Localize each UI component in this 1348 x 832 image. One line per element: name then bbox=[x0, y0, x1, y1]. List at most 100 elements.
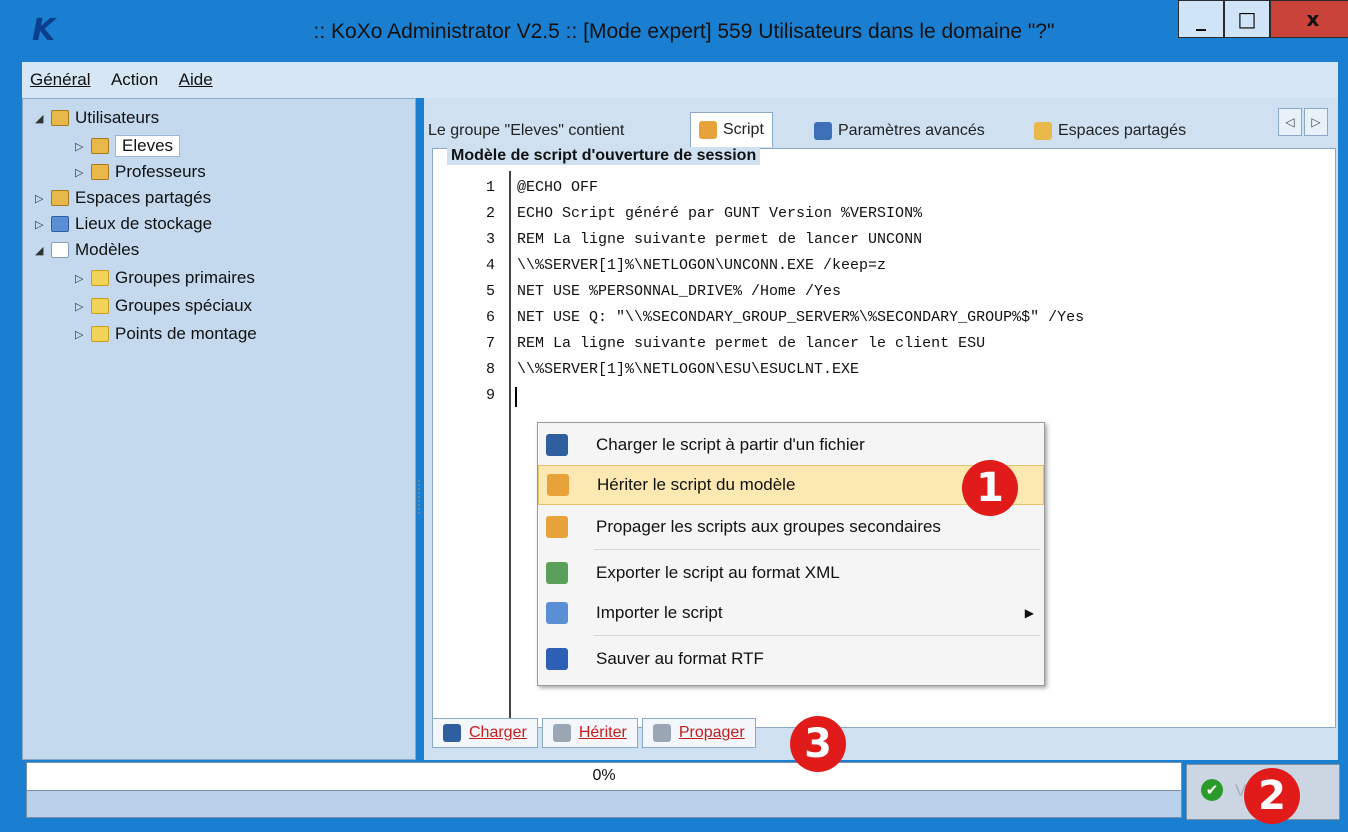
shared-spaces-icon bbox=[51, 190, 69, 206]
text-cursor bbox=[515, 387, 517, 407]
tree-item-groupes-speciaux[interactable]: ▷ Groupes spéciaux bbox=[75, 293, 252, 319]
script-gear-icon bbox=[699, 121, 717, 139]
scroll-right-icon[interactable]: ▷ bbox=[1304, 108, 1328, 136]
tree-item-label: Professeurs bbox=[115, 162, 206, 181]
gear-icon bbox=[652, 724, 671, 742]
tree-item-label: Modèles bbox=[75, 240, 140, 259]
tree-item-label: Groupes primaires bbox=[115, 268, 255, 287]
collapse-arrow-icon[interactable]: ◢ bbox=[35, 112, 47, 125]
script-action-buttons: Charger Hériter Propager bbox=[432, 718, 756, 748]
menu-aide-label: Aide bbox=[178, 70, 213, 89]
code-line: REM La ligne suivante permet de lancer U… bbox=[517, 231, 923, 248]
code-line: NET USE %PERSONNAL_DRIVE% /Home /Yes bbox=[517, 283, 842, 300]
application-window: K :: KoXo Administrator V2.5 :: [Mode ex… bbox=[0, 0, 1348, 832]
code-line: \\%SERVER[1]%\NETLOGON\UNCONN.EXE /keep=… bbox=[517, 257, 887, 274]
code-line: ECHO Script généré par GUNT Version %VER… bbox=[517, 205, 923, 222]
line-number: 6 bbox=[485, 309, 495, 326]
code-line: REM La ligne suivante permet de lancer l… bbox=[517, 335, 986, 352]
line-number: 7 bbox=[485, 335, 495, 352]
menu-item-charger-fichier[interactable]: Charger le script à partir d'un fichier bbox=[538, 425, 1044, 465]
menu-item-label: Exporter le script au format XML bbox=[596, 563, 840, 582]
line-number: 2 bbox=[485, 205, 495, 222]
menu-item-propager-scripts[interactable]: Propager les scripts aux groupes seconda… bbox=[538, 507, 1044, 547]
collapse-arrow-icon[interactable]: ◢ bbox=[35, 244, 47, 257]
window-title: :: KoXo Administrator V2.5 :: [Mode expe… bbox=[313, 20, 1055, 43]
tree-item-espaces-partages[interactable]: ▷ Espaces partagés bbox=[35, 185, 211, 211]
model-icon bbox=[51, 242, 69, 258]
line-number: 5 bbox=[485, 283, 495, 300]
xml-export-icon bbox=[546, 562, 568, 584]
menu-item-label: Charger le script à partir d'un fichier bbox=[596, 435, 865, 454]
tab-groupe-contient[interactable]: Le groupe "Eleves" contient bbox=[428, 116, 624, 146]
menu-action[interactable]: Action bbox=[103, 62, 166, 90]
close-button[interactable]: x bbox=[1270, 0, 1348, 38]
folder-icon bbox=[91, 326, 109, 342]
folder-icon bbox=[91, 298, 109, 314]
minimize-button[interactable]: _ bbox=[1178, 0, 1224, 38]
tree-item-lieux-de-stockage[interactable]: ▷ Lieux de stockage bbox=[35, 211, 212, 237]
word-icon bbox=[546, 648, 568, 670]
tree-item-label: Espaces partagés bbox=[75, 188, 212, 207]
groupbox-title: Modèle de script d'ouverture de session bbox=[447, 147, 761, 165]
expand-arrow-icon[interactable]: ▷ bbox=[75, 272, 87, 285]
tree-item-label: Groupes spéciaux bbox=[115, 296, 253, 315]
expand-arrow-icon[interactable]: ▷ bbox=[75, 300, 87, 313]
tree-item-label: Utilisateurs bbox=[75, 108, 160, 127]
expand-arrow-icon[interactable]: ▷ bbox=[75, 140, 87, 153]
users-folder-icon bbox=[51, 110, 69, 126]
tree-item-label: Lieux de stockage bbox=[75, 214, 213, 233]
menu-aide[interactable]: Aide bbox=[171, 62, 221, 90]
settings-icon bbox=[814, 122, 832, 140]
button-label: Hériter bbox=[578, 724, 627, 741]
expand-arrow-icon[interactable]: ▷ bbox=[35, 192, 47, 205]
menu-item-label: Sauver au format RTF bbox=[596, 649, 764, 668]
scroll-left-icon[interactable]: ◁ bbox=[1278, 108, 1302, 136]
gear-icon bbox=[547, 474, 569, 496]
tab-scroll-buttons: ◁ ▷ bbox=[1278, 108, 1328, 136]
code-line: NET USE Q: "\\%SECONDARY_GROUP_SERVER%\%… bbox=[517, 309, 1085, 326]
title-bar[interactable]: K :: KoXo Administrator V2.5 :: [Mode ex… bbox=[8, 0, 1348, 58]
code-line: \\%SERVER[1]%\NETLOGON\ESU\ESUCLNT.EXE bbox=[517, 361, 860, 378]
tab-espaces-partages[interactable]: Espaces partagés bbox=[1034, 116, 1186, 146]
expand-arrow-icon[interactable]: ▷ bbox=[75, 328, 87, 341]
load-icon bbox=[443, 724, 461, 742]
menu-separator bbox=[594, 549, 1040, 550]
line-number: 4 bbox=[485, 257, 495, 274]
progress-text: 0% bbox=[592, 767, 616, 784]
gear-icon bbox=[546, 516, 568, 538]
menu-general-label: Général bbox=[30, 70, 91, 89]
menu-item-importer-script[interactable]: Importer le script ▶ bbox=[538, 593, 1044, 633]
annotation-badge-1: 1 bbox=[962, 460, 1018, 516]
shared-spaces-icon bbox=[1034, 122, 1052, 140]
gear-icon bbox=[552, 724, 571, 742]
charger-button[interactable]: Charger bbox=[432, 718, 538, 748]
maximize-button[interactable]: □ bbox=[1224, 0, 1270, 38]
menu-general[interactable]: Général bbox=[22, 62, 98, 90]
tree-item-professeurs[interactable]: ▷ Professeurs bbox=[75, 159, 206, 185]
tab-parametres-avances[interactable]: Paramètres avancés bbox=[814, 116, 985, 146]
propager-button[interactable]: Propager bbox=[641, 718, 756, 748]
tree-item-groupes-primaires[interactable]: ▷ Groupes primaires bbox=[75, 265, 255, 291]
button-label: Charger bbox=[469, 724, 527, 741]
tree-item-modeles[interactable]: ◢ Modèles bbox=[35, 237, 139, 263]
group-folder-icon bbox=[91, 164, 109, 180]
tab-script[interactable]: Script bbox=[690, 112, 773, 147]
menu-item-label: Importer le script bbox=[596, 603, 723, 622]
group-folder-icon bbox=[91, 138, 109, 154]
menu-bar: Général Action Aide bbox=[22, 62, 1338, 98]
expand-arrow-icon[interactable]: ▷ bbox=[35, 218, 47, 231]
heriter-button[interactable]: Hériter bbox=[541, 718, 638, 748]
tree-item-utilisateurs[interactable]: ◢ Utilisateurs bbox=[35, 105, 159, 131]
menu-item-exporter-xml[interactable]: Exporter le script au format XML bbox=[538, 553, 1044, 593]
tree-item-points-de-montage[interactable]: ▷ Points de montage bbox=[75, 321, 257, 347]
menu-item-sauver-rtf[interactable]: Sauver au format RTF bbox=[538, 639, 1044, 679]
line-number-gutter: 1 2 3 4 5 6 7 8 9 bbox=[433, 171, 511, 727]
line-number: 9 bbox=[485, 387, 495, 404]
menu-separator bbox=[594, 635, 1040, 636]
storage-icon bbox=[51, 216, 69, 232]
button-label: Propager bbox=[678, 724, 745, 741]
status-bar bbox=[26, 790, 1182, 818]
expand-arrow-icon[interactable]: ▷ bbox=[75, 166, 87, 179]
load-icon bbox=[546, 434, 568, 456]
tree-item-eleves[interactable]: ▷ Eleves bbox=[75, 133, 181, 159]
